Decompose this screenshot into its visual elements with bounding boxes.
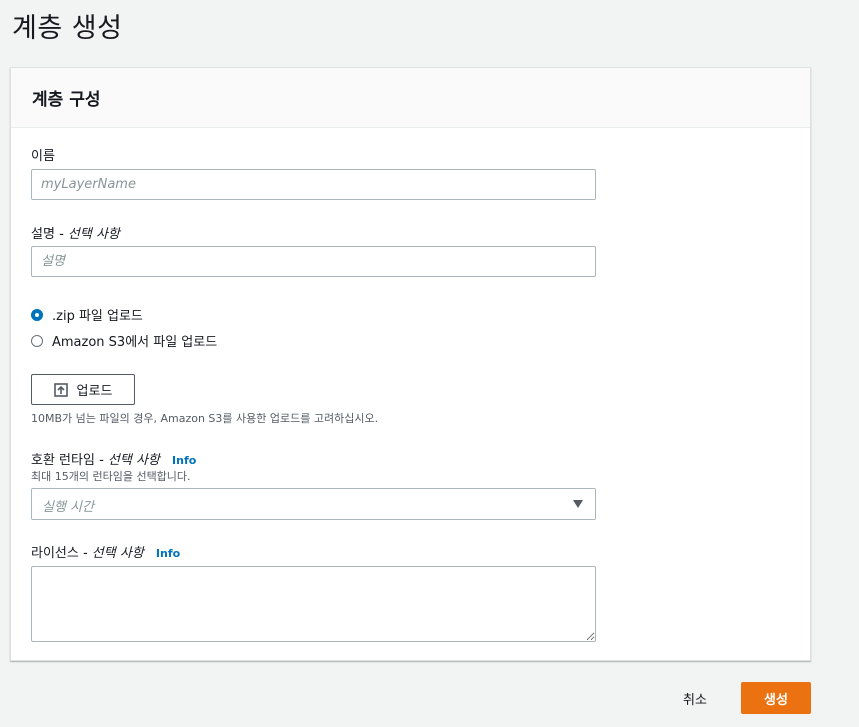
layer-configuration-panel: 계층 구성 이름 설명 - 선택 사항 .zip 파일 업로드 Amazon S… (10, 67, 811, 661)
panel-header: 계층 구성 (11, 68, 810, 128)
license-label: 라이선스 - 선택 사항 Info (31, 542, 180, 561)
page-title: 계층 생성 (12, 13, 123, 44)
description-label-text: 설명 (31, 227, 55, 242)
radio-button-selected[interactable] (31, 308, 43, 321)
runtimes-optional-text: - 선택 사항 (99, 453, 160, 468)
license-label-text: 라이선스 (31, 546, 79, 561)
radio-upload-s3[interactable]: Amazon S3에서 파일 업로드 (31, 331, 217, 350)
create-button[interactable]: 생성 (741, 682, 811, 714)
upload-button-label: 업로드 (76, 384, 113, 399)
license-textarea[interactable] (31, 566, 596, 642)
runtimes-select-placeholder: 실행 시간 (42, 500, 94, 515)
runtimes-select[interactable]: 실행 시간 (31, 488, 596, 520)
runtimes-info-link[interactable]: Info (172, 454, 196, 467)
license-optional-text: - 선택 사항 (82, 546, 144, 561)
radio-upload-s3-label: Amazon S3에서 파일 업로드 (52, 335, 218, 350)
upload-hint: 10MB가 넘는 파일의 경우, Amazon S3를 사용한 업로드를 고려하… (31, 412, 379, 425)
license-info-link[interactable]: Info (156, 547, 180, 560)
panel-title: 계층 구성 (32, 90, 101, 110)
runtimes-label-text: 호환 런타임 (31, 453, 95, 468)
cancel-button[interactable]: 취소 (671, 682, 719, 714)
name-label: 이름 (31, 145, 55, 164)
name-input[interactable] (31, 169, 596, 200)
description-optional-text: - 선택 사항 (59, 227, 120, 242)
radio-button-unselected[interactable] (31, 334, 43, 347)
caret-down-icon (573, 500, 583, 508)
runtimes-label: 호환 런타임 - 선택 사항 Info (31, 449, 196, 468)
radio-upload-zip-label: .zip 파일 업로드 (52, 309, 143, 324)
runtimes-hint: 최대 15개의 런타임을 선택합니다. (31, 470, 191, 483)
description-label: 설명 - 선택 사항 (31, 223, 120, 242)
description-input[interactable] (31, 246, 596, 277)
radio-upload-zip[interactable]: .zip 파일 업로드 (31, 305, 143, 324)
name-label-text: 이름 (31, 149, 55, 164)
upload-button[interactable]: 업로드 (31, 374, 135, 405)
upload-icon (53, 382, 68, 397)
